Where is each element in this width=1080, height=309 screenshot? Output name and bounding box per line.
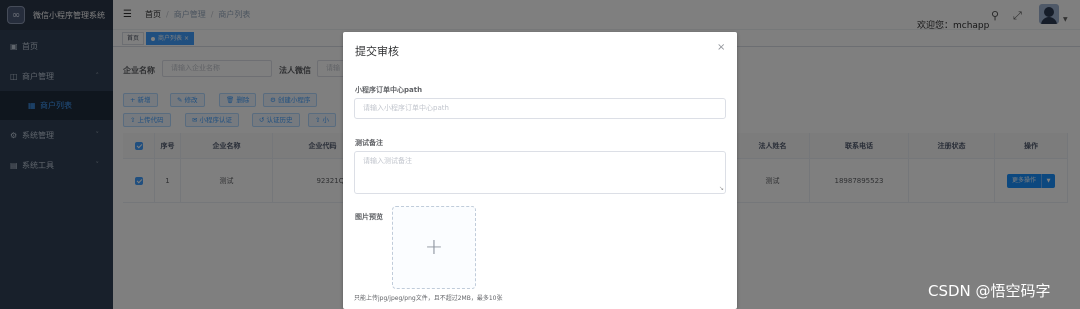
test-note-textarea[interactable]: 请输入测试备注 ↘ — [354, 151, 726, 194]
image-upload[interactable]: + — [392, 206, 476, 289]
submit-review-dialog: 提交审核 × 小程序订单中心path 请输入小程序订单中心path 测试备注 请… — [343, 32, 737, 309]
order-path-input[interactable]: 请输入小程序订单中心path — [354, 98, 726, 119]
order-path-label: 小程序订单中心path — [355, 86, 423, 94]
test-note-label: 测试备注 — [355, 139, 383, 147]
watermark: CSDN @悟空码字 — [928, 282, 1051, 300]
upload-tip: 只能上传jpg/jpeg/png文件，且不超过2MB，最多10张 — [354, 295, 503, 302]
close-icon[interactable]: × — [717, 42, 725, 53]
plus-icon: + — [424, 235, 444, 260]
dialog-title: 提交审核 — [355, 45, 399, 58]
resize-handle-icon[interactable]: ↘ — [719, 185, 724, 192]
image-preview-label: 图片预览 — [355, 213, 383, 221]
